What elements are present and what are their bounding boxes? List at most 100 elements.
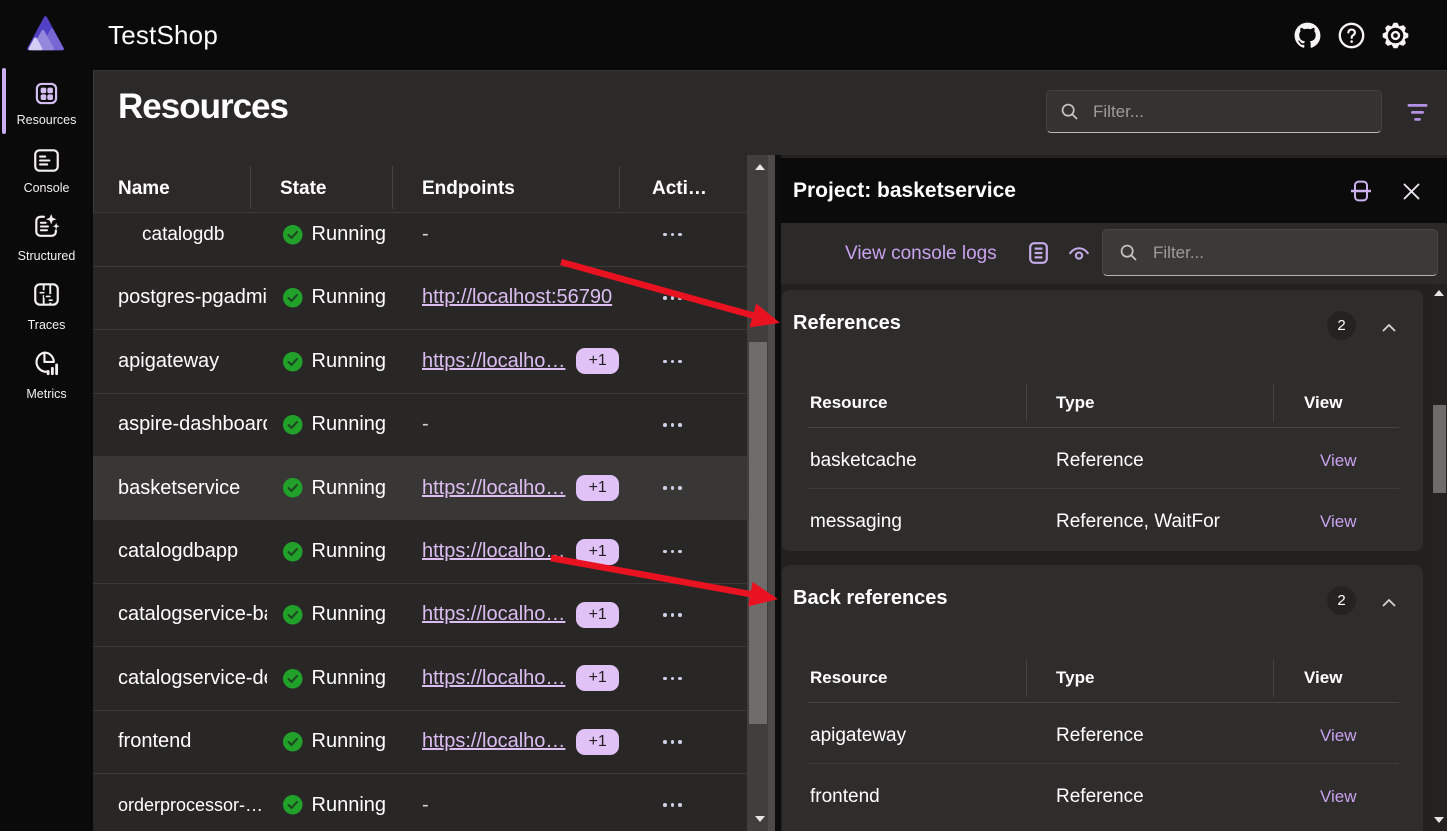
scroll-down-arrow-icon[interactable] (1434, 817, 1444, 823)
more-actions-icon[interactable] (663, 732, 682, 752)
view-link[interactable]: View (1320, 764, 1357, 829)
sidebar-item-structured[interactable]: Structured (0, 213, 93, 263)
console-logs-document-icon[interactable] (1024, 239, 1052, 267)
more-actions-icon[interactable] (663, 351, 682, 371)
scroll-up-arrow-icon[interactable] (755, 164, 765, 170)
view-console-logs-link[interactable]: View console logs (845, 223, 997, 284)
collapse-chevron-icon[interactable] (1382, 319, 1396, 337)
references-section: References 2 Resource Type View basketca… (782, 290, 1423, 551)
table-row[interactable]: catalogdb Running - (93, 213, 747, 267)
more-actions-icon[interactable] (663, 288, 682, 308)
github-icon[interactable] (1293, 21, 1321, 49)
resource-name: catalogdbapp (118, 540, 238, 562)
endpoint-count-badge[interactable]: +1 (576, 348, 619, 374)
endpoint-count-badge[interactable]: +1 (576, 539, 619, 565)
help-icon[interactable] (1337, 21, 1365, 49)
details-panel-title: Project: basketservice (793, 158, 1016, 223)
split-panel-icon[interactable] (1348, 178, 1374, 204)
reference-resource: messaging (810, 489, 902, 554)
table-scrollbar[interactable] (747, 155, 775, 831)
column-header-resource[interactable]: Resource (810, 378, 887, 428)
view-link[interactable]: View (1320, 489, 1357, 554)
endpoint-link[interactable]: https://localho… (422, 477, 565, 500)
more-actions-icon[interactable] (663, 605, 682, 625)
endpoint-link[interactable]: https://localho… (422, 667, 565, 690)
endpoint-count-badge[interactable]: +1 (576, 602, 619, 628)
more-actions-icon[interactable] (663, 225, 682, 245)
search-icon (1119, 243, 1138, 262)
aspire-dashboard: TestShop (0, 0, 1447, 831)
panel-scrollbar-thumb[interactable] (1433, 405, 1446, 493)
endpoint-link[interactable]: https://localho… (422, 350, 565, 373)
column-header-name[interactable]: Name (118, 160, 170, 218)
endpoint-count-badge[interactable]: +1 (576, 475, 619, 501)
section-title: Back references (793, 587, 948, 610)
table-row[interactable]: orderprocessor-… Running - (93, 774, 747, 831)
endpoints-cell: https://localho… +1 (392, 348, 619, 374)
more-actions-icon[interactable] (663, 478, 682, 498)
column-header-state[interactable]: State (280, 160, 326, 218)
column-header-resource[interactable]: Resource (810, 653, 887, 703)
table-row[interactable]: catalogservice-ba Running https://localh… (93, 584, 747, 647)
filter-icon[interactable] (1400, 96, 1434, 127)
scrollbar-edge (768, 155, 775, 831)
reference-type: Reference, WaitFor (1056, 489, 1220, 554)
sidebar-item-resources[interactable]: Resources (0, 81, 93, 127)
state-text: Running (312, 223, 387, 246)
state-text: Running (312, 350, 387, 373)
endpoints-cell: https://localho… +1 (392, 729, 619, 755)
endpoints-cell: http://localhost:56790 (392, 286, 619, 309)
endpoint-count-badge[interactable]: +1 (576, 665, 619, 691)
endpoint-link[interactable]: https://localho… (422, 730, 565, 753)
more-actions-icon[interactable] (663, 415, 682, 435)
column-header-endpoints[interactable]: Endpoints (422, 160, 515, 218)
aspire-logo-icon[interactable] (27, 14, 64, 52)
column-header-view[interactable]: View (1304, 653, 1342, 703)
scroll-down-arrow-icon[interactable] (755, 816, 765, 822)
sidebar-item-metrics[interactable]: Metrics (0, 350, 93, 401)
collapse-chevron-icon[interactable] (1382, 594, 1396, 612)
endpoint-link[interactable]: http://localhost:56790 (422, 286, 612, 309)
sidebar-item-label: Structured (0, 249, 93, 263)
watch-eye-icon[interactable] (1065, 239, 1093, 267)
table-row[interactable]: catalogservice-de Running https://localh… (93, 647, 747, 710)
resources-filter-input[interactable]: Filter... (1046, 90, 1382, 133)
column-header-actions[interactable]: Acti… (652, 160, 720, 218)
sidebar-item-traces[interactable]: Traces (0, 283, 93, 332)
document-sparkle-icon (33, 213, 60, 240)
table-row[interactable]: aspire-dashboard Running - (93, 394, 747, 457)
references-table: Resource Type View basketcache Reference… (808, 378, 1399, 550)
state-cell: Running (267, 730, 392, 753)
table-row[interactable]: frontend Running https://localho… +1 (93, 711, 747, 774)
settings-gear-icon[interactable] (1381, 21, 1409, 49)
sidebar-nav: Resources Console Structured (0, 70, 93, 831)
column-header-view[interactable]: View (1304, 378, 1342, 428)
pie-chart-bars-icon (33, 350, 60, 377)
panel-filter-input[interactable]: Filter... (1102, 229, 1438, 276)
view-link[interactable]: View (1320, 428, 1357, 493)
more-actions-icon[interactable] (663, 668, 682, 688)
reference-type: Reference (1056, 764, 1144, 829)
endpoint-link[interactable]: https://localho… (422, 540, 565, 563)
table-row[interactable]: postgres-pgadmi Running http://localhost… (93, 267, 747, 330)
back-references-section: Back references 2 Resource Type View api… (782, 565, 1423, 831)
table-scrollbar-thumb[interactable] (749, 342, 767, 724)
sidebar-item-console[interactable]: Console (0, 149, 93, 195)
state-text: Running (312, 667, 387, 690)
table-row[interactable]: apigateway Running https://localho… +1 (93, 330, 747, 393)
table-row[interactable]: catalogdbapp Running https://localho… +1 (93, 520, 747, 583)
endpoint-link[interactable]: https://localho… (422, 603, 565, 626)
view-link[interactable]: View (1320, 703, 1357, 768)
more-actions-icon[interactable] (663, 542, 682, 562)
more-actions-icon[interactable] (663, 795, 682, 815)
table-row[interactable]: basketservice Running https://localho… +… (93, 457, 747, 520)
resource-name: basketservice (118, 477, 240, 499)
state-cell: Running (267, 413, 392, 436)
scroll-up-arrow-icon[interactable] (1434, 290, 1444, 296)
panel-scrollbar[interactable] (1432, 284, 1447, 831)
close-icon[interactable] (1398, 178, 1424, 204)
column-header-type[interactable]: Type (1056, 378, 1094, 428)
endpoint-count-badge[interactable]: +1 (576, 729, 619, 755)
state-cell: Running (267, 603, 392, 626)
column-header-type[interactable]: Type (1056, 653, 1094, 703)
